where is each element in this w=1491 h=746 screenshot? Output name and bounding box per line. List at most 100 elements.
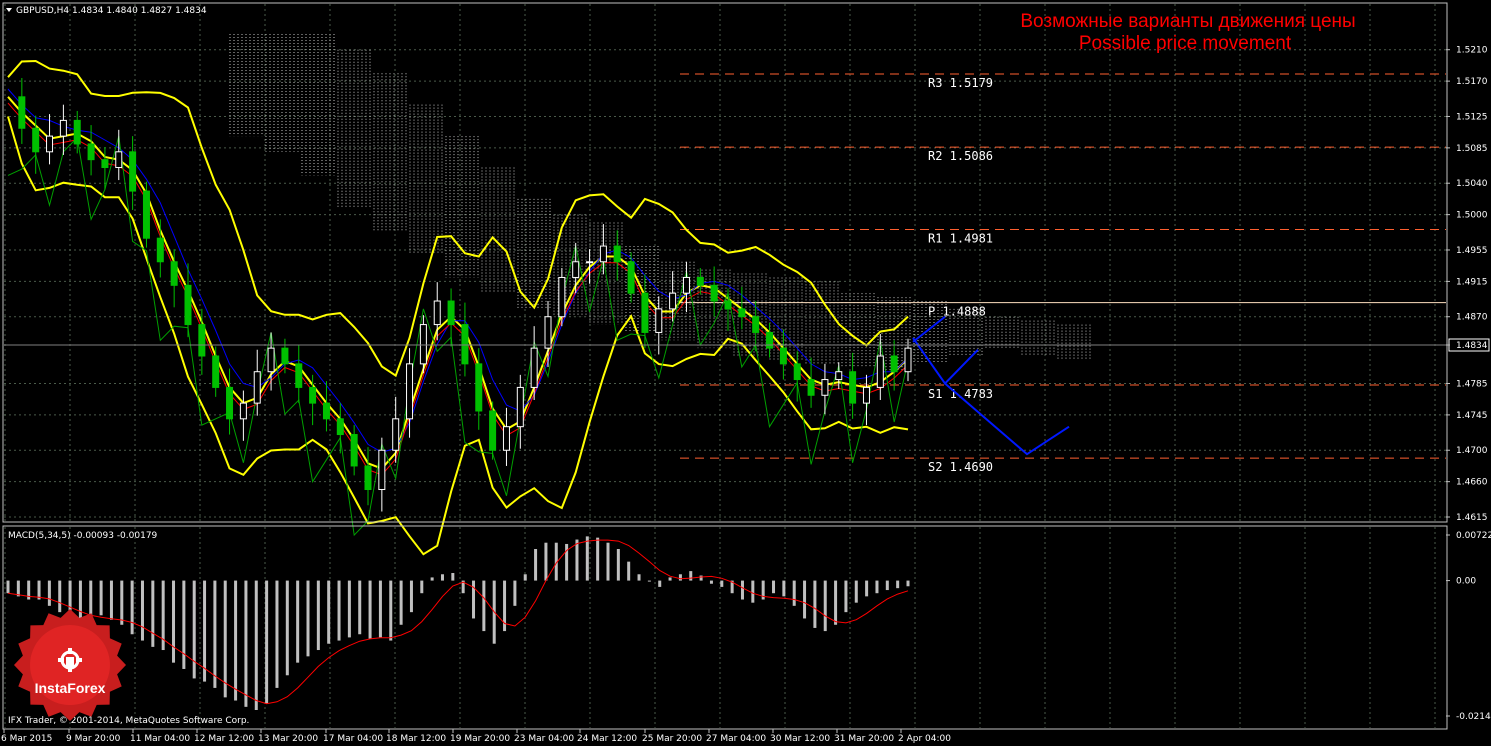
y-tick-label: 1.4834 bbox=[1456, 341, 1488, 351]
candle-body bbox=[807, 379, 815, 396]
y-tick-label: 1.4615 bbox=[1456, 513, 1488, 523]
x-tick-label: 11 Mar 04:00 bbox=[130, 734, 190, 744]
macd-bar bbox=[689, 571, 693, 581]
candle-body bbox=[696, 276, 704, 286]
candle-body bbox=[669, 292, 677, 310]
macd-bar bbox=[751, 580, 755, 603]
macd-bar bbox=[823, 580, 827, 632]
macd-bar bbox=[616, 549, 620, 581]
x-tick-label: 2 Apr 04:00 bbox=[898, 734, 951, 744]
macd-bar bbox=[296, 580, 300, 663]
macd-bar bbox=[709, 580, 713, 584]
x-tick-label: 25 Mar 20:00 bbox=[642, 734, 702, 744]
candle-body bbox=[101, 159, 109, 169]
macd-bar bbox=[358, 580, 362, 635]
y-tick-label: 1.5000 bbox=[1456, 211, 1488, 221]
macd-bar bbox=[906, 580, 910, 587]
title-english: Possible price movement bbox=[1079, 33, 1292, 54]
x-tick-label: 12 Mar 12:00 bbox=[194, 734, 254, 744]
x-tick-label: 13 Mar 20:00 bbox=[258, 734, 318, 744]
macd-bar bbox=[327, 580, 331, 644]
level-label-s1: S1 1.4783 bbox=[928, 387, 993, 401]
candle-body bbox=[87, 143, 95, 161]
candle-body bbox=[461, 324, 469, 365]
candle-body bbox=[766, 331, 774, 349]
y-tick-label: 1.4700 bbox=[1456, 446, 1488, 456]
macd-bar bbox=[834, 580, 838, 625]
macd-bar bbox=[544, 542, 548, 581]
level-label-r1: R1 1.4981 bbox=[928, 232, 993, 246]
y-tick-label: 1.5170 bbox=[1456, 77, 1488, 87]
macd-bar bbox=[865, 580, 869, 597]
candle-body bbox=[156, 237, 164, 263]
candle-body bbox=[599, 245, 607, 263]
candle-body bbox=[502, 426, 510, 451]
macd-bar bbox=[844, 580, 848, 613]
candle-body bbox=[184, 284, 192, 326]
candle-body bbox=[516, 386, 524, 428]
x-tick-label: 27 Mar 04:00 bbox=[706, 734, 766, 744]
macd-bar bbox=[606, 542, 610, 581]
candle-body bbox=[350, 434, 358, 467]
macd-bar bbox=[854, 580, 858, 603]
candle-body bbox=[835, 371, 843, 381]
candle-body bbox=[170, 261, 178, 286]
macd-bar bbox=[120, 580, 124, 625]
candle-body bbox=[821, 379, 829, 396]
macd-bar bbox=[140, 580, 144, 641]
macd-tick-label: 0.00 bbox=[1456, 577, 1476, 587]
title-russian: Возможные варианты движения цены bbox=[1020, 11, 1355, 32]
x-tick-label: 17 Mar 04:00 bbox=[323, 734, 383, 744]
candle-body bbox=[710, 284, 718, 302]
macd-bar bbox=[647, 580, 651, 582]
macd-bar bbox=[203, 580, 207, 682]
macd-tick-label: 0.00722 bbox=[1456, 531, 1491, 541]
candle-body bbox=[32, 127, 40, 153]
candle-body bbox=[212, 355, 220, 388]
macd-header: MACD(5,34,5) -0.00093 -0.00179 bbox=[8, 531, 158, 541]
macd-bar bbox=[575, 539, 579, 581]
macd-bar bbox=[265, 580, 269, 704]
candle-body bbox=[447, 300, 455, 326]
macd-bar bbox=[627, 561, 631, 581]
candle-body bbox=[281, 347, 289, 365]
macd-bar bbox=[213, 580, 217, 688]
macd-tick-label: -0.02145 bbox=[1456, 712, 1491, 722]
macd-bar bbox=[875, 580, 879, 594]
macd-bar bbox=[720, 580, 724, 587]
candle-body bbox=[627, 261, 635, 294]
macd-bar bbox=[792, 580, 796, 606]
candle-body bbox=[572, 261, 580, 278]
macd-bar bbox=[99, 580, 103, 616]
y-tick-label: 1.4915 bbox=[1456, 277, 1488, 287]
x-tick-label: 19 Mar 20:00 bbox=[450, 734, 510, 744]
macd-bar bbox=[192, 580, 196, 679]
macd-bar bbox=[275, 580, 279, 688]
macd-bar bbox=[16, 580, 20, 597]
y-tick-label: 1.4870 bbox=[1456, 313, 1488, 323]
y-tick-label: 1.4745 bbox=[1456, 411, 1488, 421]
candle-body bbox=[267, 347, 275, 373]
candle-body bbox=[641, 292, 649, 333]
symbol-header: GBPUSD,H4 1.4834 1.4840 1.4827 1.4834 bbox=[16, 6, 207, 16]
x-tick-label: 23 Mar 04:00 bbox=[514, 734, 574, 744]
macd-bar bbox=[368, 580, 372, 639]
macd-bar bbox=[151, 580, 155, 647]
candle-body bbox=[198, 324, 206, 357]
y-tick-label: 1.5040 bbox=[1456, 179, 1488, 189]
candle-body bbox=[586, 261, 594, 264]
candle-body bbox=[904, 347, 912, 373]
macd-bar bbox=[451, 573, 455, 581]
macd-bar bbox=[637, 574, 641, 581]
macd-bar bbox=[172, 580, 176, 663]
macd-bar bbox=[130, 580, 134, 635]
y-tick-label: 1.4785 bbox=[1456, 379, 1488, 389]
macd-bar bbox=[337, 580, 341, 641]
macd-bar bbox=[182, 580, 186, 669]
macd-bar bbox=[885, 580, 889, 591]
trading-chart[interactable]: R3 1.5179 R2 1.5086 R1 1.4981 P 1.4888 S1 1.… bbox=[0, 0, 1491, 746]
candle-body bbox=[115, 151, 123, 169]
candle-body bbox=[475, 363, 483, 412]
macd-bar bbox=[254, 580, 258, 711]
candle-body bbox=[253, 371, 261, 404]
